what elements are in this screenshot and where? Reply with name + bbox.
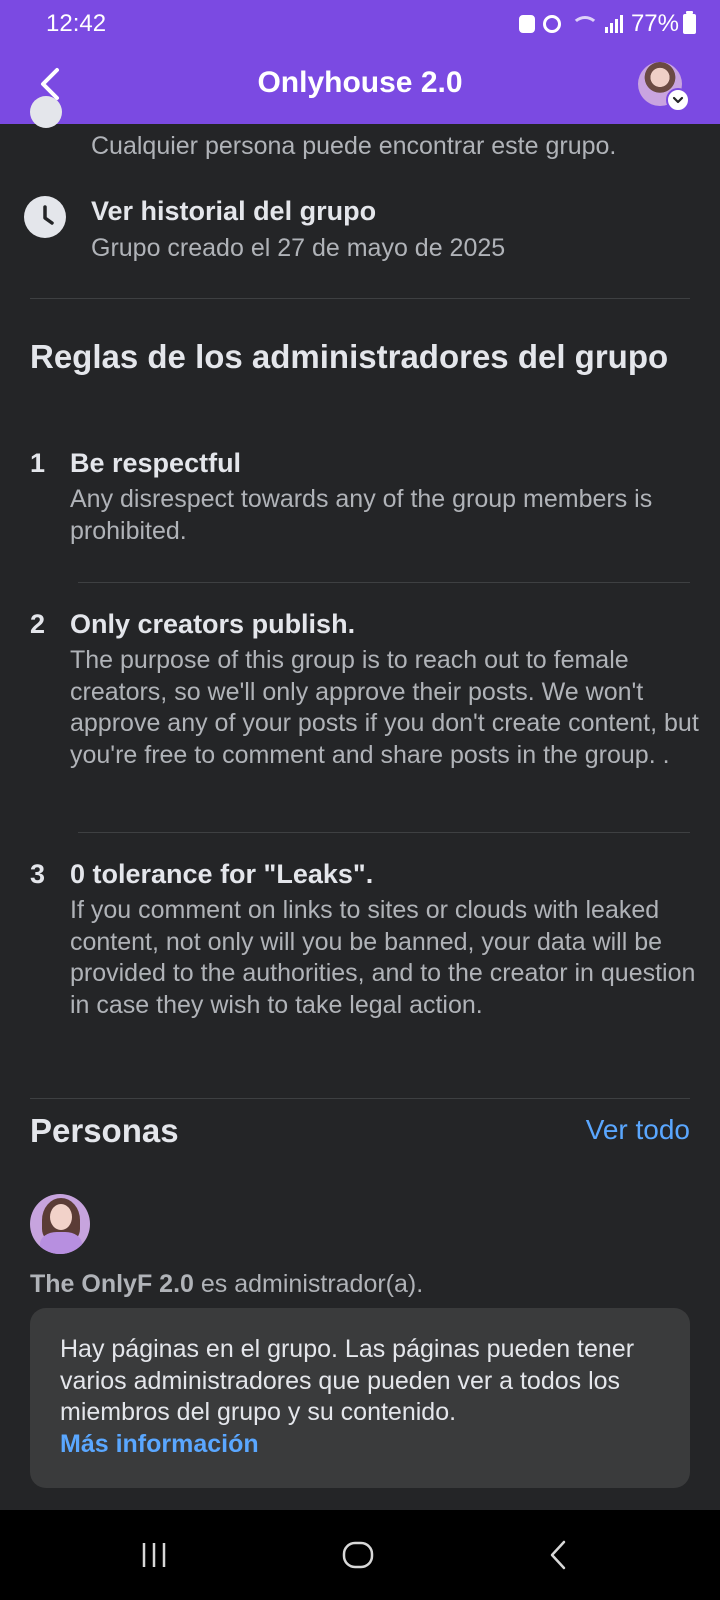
status-bar: 12:42 77% (0, 0, 720, 48)
rule-description: If you comment on links to sites or clou… (70, 896, 696, 1019)
privacy-subtitle: Cualquier persona puede encontrar este g… (91, 132, 617, 160)
people-heading: Personas (30, 1112, 179, 1149)
rule-number: 1 (30, 448, 46, 478)
recent-apps-button[interactable] (124, 1530, 184, 1580)
more-info-link[interactable]: Más información (60, 1429, 660, 1461)
rule-description: Any disrespect towards any of the group … (70, 485, 653, 545)
divider (30, 298, 690, 299)
rule-description: The purpose of this group is to reach ou… (70, 646, 699, 769)
wifi-icon (569, 14, 599, 34)
profile-avatar-button[interactable] (638, 62, 690, 112)
see-all-link[interactable]: Ver todo (586, 1114, 690, 1146)
home-button[interactable] (328, 1530, 388, 1580)
admin-avatar[interactable] (30, 1194, 90, 1254)
clock-icon (24, 196, 66, 238)
home-icon (342, 1541, 374, 1569)
rules-heading: Reglas de los administradores del grupo (30, 338, 669, 375)
pages-info-card: Hay páginas en el grupo. Las páginas pue… (30, 1308, 690, 1488)
rule-number: 2 (30, 609, 46, 639)
admin-name[interactable]: The OnlyF 2.0 (30, 1270, 194, 1298)
chevron-down-icon (666, 88, 690, 112)
alarm-icon (542, 15, 561, 33)
divider (78, 582, 690, 583)
visibility-icon (30, 96, 62, 128)
rule-title: 0 tolerance for "Leaks". (70, 859, 374, 889)
admin-role: es administrador(a). (193, 1270, 424, 1298)
pages-info-text: Hay páginas en el grupo. Las páginas pue… (60, 1334, 660, 1460)
battery-icon (683, 11, 696, 34)
signal-icon (604, 15, 623, 33)
notification-icon (518, 15, 535, 33)
history-title: Ver historial del grupo (91, 196, 377, 226)
system-back-button[interactable] (530, 1530, 590, 1580)
history-subtitle: Grupo creado el 27 de mayo de 2025 (91, 234, 506, 262)
rule-number: 3 (30, 859, 46, 889)
admin-line: The OnlyF 2.0 es administrador(a). (30, 1270, 423, 1299)
battery-percentage: 77% (630, 10, 679, 37)
rule-title: Only creators publish. (70, 609, 356, 639)
system-nav-bar (0, 1510, 720, 1600)
divider (78, 832, 690, 833)
recent-apps-icon (142, 1543, 166, 1567)
page-title: Onlyhouse 2.0 (257, 66, 463, 99)
pages-info-body: Hay páginas en el grupo. Las páginas pue… (60, 1335, 635, 1426)
status-icons: 77% (518, 10, 696, 38)
divider (30, 1098, 690, 1099)
back-icon (550, 1540, 566, 1570)
rule-title: Be respectful (70, 448, 242, 478)
app-header: Onlyhouse 2.0 (0, 48, 720, 124)
status-time: 12:42 (46, 10, 107, 37)
